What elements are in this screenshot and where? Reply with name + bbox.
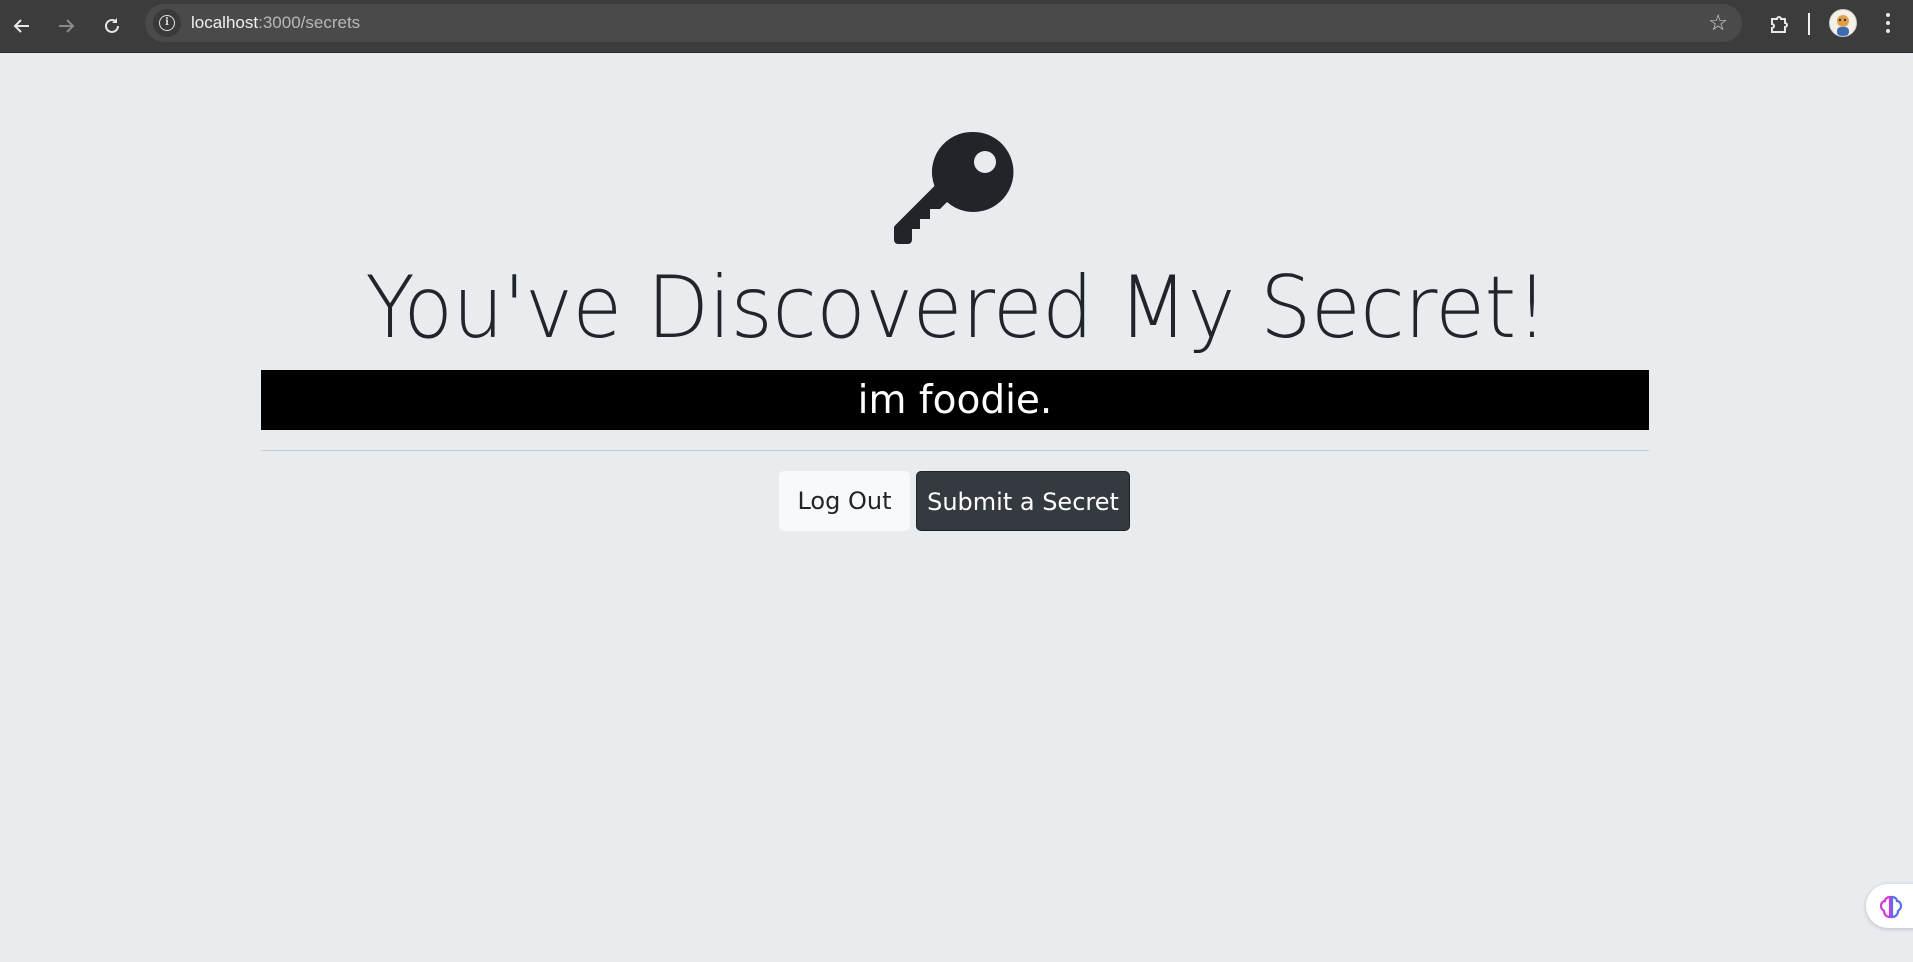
browser-toolbar: i localhost:3000/secrets ☆ — [0, 0, 1913, 53]
toolbar-divider — [1808, 13, 1810, 35]
brain-icon — [1879, 895, 1903, 919]
extensions-icon[interactable] — [1764, 10, 1794, 40]
forward-icon[interactable] — [50, 10, 82, 42]
back-icon[interactable] — [6, 10, 38, 42]
url-host: localhost — [191, 13, 259, 32]
key-icon — [893, 130, 1017, 254]
logout-button[interactable]: Log Out — [779, 471, 910, 531]
url-text[interactable]: localhost:3000/secrets — [191, 4, 360, 42]
address-bar[interactable]: i localhost:3000/secrets ☆ — [145, 4, 1742, 42]
submit-secret-button[interactable]: Submit a Secret — [916, 471, 1130, 531]
secret-text: im foodie. — [261, 370, 1649, 430]
profile-avatar[interactable] — [1829, 9, 1857, 37]
divider-line — [261, 450, 1649, 451]
more-menu-icon[interactable] — [1878, 9, 1898, 39]
url-path: :3000/secrets — [258, 13, 361, 32]
assistant-widget[interactable] — [1866, 884, 1913, 928]
site-info-icon[interactable]: i — [153, 9, 181, 37]
bookmark-star-icon[interactable]: ☆ — [1708, 12, 1728, 34]
page-title: You've Discovered My Secret! — [365, 258, 1548, 358]
reload-icon[interactable] — [96, 10, 128, 42]
